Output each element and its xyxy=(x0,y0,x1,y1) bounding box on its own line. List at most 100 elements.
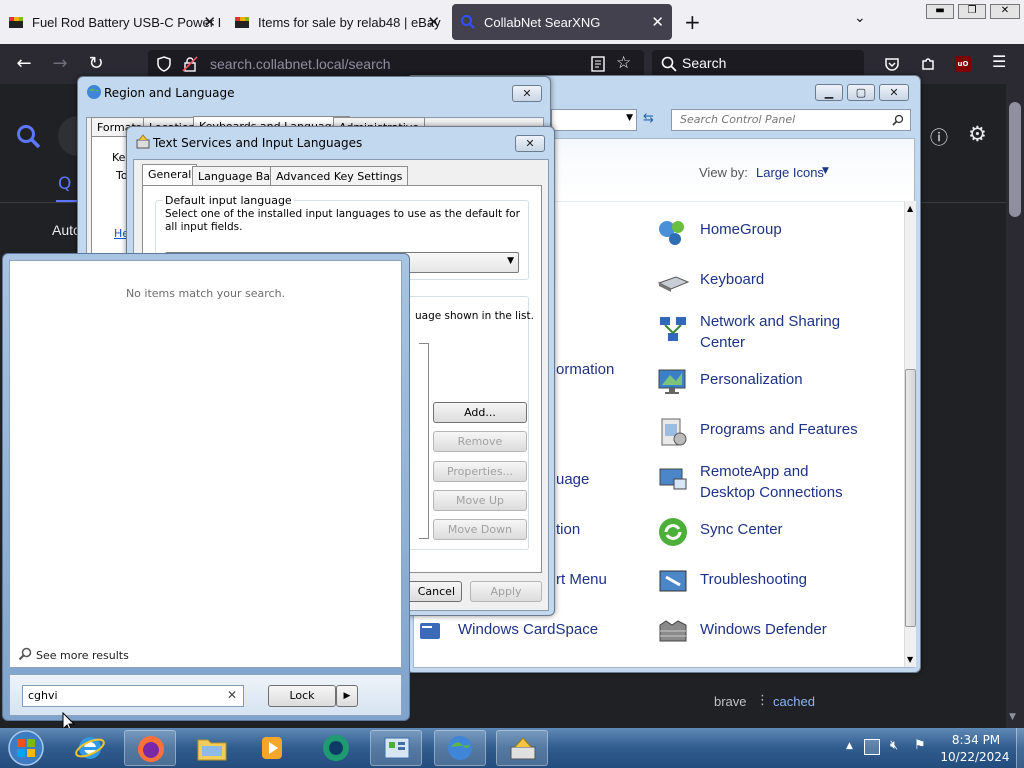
move-down-button[interactable]: Move Down xyxy=(433,519,527,540)
minimize-icon[interactable]: ▬ xyxy=(926,4,954,19)
cp-scroll-up-icon[interactable]: ▲ xyxy=(907,204,913,213)
clock-date[interactable]: 10/22/2024 xyxy=(938,750,1012,764)
forward-arrow-icon[interactable]: → xyxy=(46,52,74,76)
refresh-icon[interactable]: ⇆ xyxy=(643,111,654,126)
see-more-results-link[interactable]: See more results xyxy=(36,649,129,662)
properties-button[interactable]: Properties... xyxy=(433,461,527,482)
close-window-icon[interactable]: ✕ xyxy=(990,4,1020,19)
clock-time[interactable]: 8:34 PM xyxy=(944,733,1008,747)
cp-item-partial-location[interactable]: tion xyxy=(556,521,580,538)
cp-item-personalization[interactable]: Personalization xyxy=(656,369,803,399)
results-tab-icon[interactable]: Q xyxy=(58,174,71,194)
tab-searxng[interactable]: CollabNet SearXNG ✕ xyxy=(452,4,672,40)
url-bar[interactable]: search.collabnet.local/search ☆ xyxy=(148,50,644,78)
show-hidden-icons-icon[interactable]: ▲ xyxy=(846,741,853,751)
reload-icon[interactable]: ↻ xyxy=(82,52,110,76)
cp-item-windows-cardspace[interactable]: Windows CardSpace xyxy=(414,621,598,649)
shield-icon[interactable] xyxy=(156,56,172,72)
taskbar-explorer[interactable] xyxy=(186,730,238,766)
add-button[interactable]: Add... xyxy=(433,402,527,423)
shutdown-options-arrow-icon[interactable]: ▶ xyxy=(336,685,358,707)
cp-item-keyboard[interactable]: Keyboard xyxy=(656,271,764,299)
installed-services-list-edge[interactable] xyxy=(419,343,429,539)
move-up-button[interactable]: Move Up xyxy=(433,490,527,511)
view-by-chevron-icon[interactable]: ▼ xyxy=(822,166,829,176)
cp-item-homegroup[interactable]: HomeGroup xyxy=(656,221,782,249)
bookmark-star-icon[interactable]: ☆ xyxy=(616,53,631,73)
start-search-input[interactable]: cghvi ✕ xyxy=(22,685,244,707)
remoteapp-icon xyxy=(656,463,690,497)
ublock-origin-icon[interactable]: uO xyxy=(955,56,971,72)
cp-minimize-icon[interactable]: ▁ xyxy=(815,84,843,101)
preferences-gear-icon[interactable]: ⚙ xyxy=(968,122,987,146)
cp-item-windows-defender[interactable]: Windows Defender xyxy=(656,620,827,649)
tab-ebay[interactable]: Items for sale by relab48 | eBay ✕ xyxy=(226,4,448,40)
tab-language-bar[interactable]: Language Bar xyxy=(192,166,281,186)
back-arrow-icon[interactable]: ← xyxy=(10,52,38,76)
cp-item-label: Troubleshooting xyxy=(700,571,808,588)
address-dropdown-icon[interactable]: ▼ xyxy=(626,113,633,123)
text-services-close-icon[interactable]: ✕ xyxy=(515,135,545,152)
cp-item-remoteapp[interactable]: RemoteApp and Desktop Connections xyxy=(656,461,866,503)
taskbar-text-services[interactable] xyxy=(496,730,548,766)
page-scrollbar-thumb[interactable] xyxy=(1009,102,1021,217)
network-tray-icon[interactable] xyxy=(864,739,880,755)
tab-advanced-key-settings[interactable]: Advanced Key Settings xyxy=(270,166,409,186)
cp-item-partial-start-menu[interactable]: rt Menu xyxy=(556,571,607,588)
taskbar-app-green[interactable] xyxy=(310,730,362,766)
hamburger-menu-icon[interactable]: ☰ xyxy=(992,52,1006,71)
cp-item-network[interactable]: Network and Sharing Center xyxy=(656,311,856,353)
cp-maximize-icon[interactable]: ▢ xyxy=(847,84,875,101)
cached-link[interactable]: cached xyxy=(773,694,815,709)
tab-list-chevron-icon[interactable]: ⌄ xyxy=(854,10,866,26)
lock-button[interactable]: Lock xyxy=(268,685,336,707)
taskbar-region-language[interactable] xyxy=(434,730,486,766)
extensions-puzzle-icon[interactable] xyxy=(920,56,936,72)
start-button[interactable] xyxy=(4,728,48,768)
taskbar-control-panel[interactable] xyxy=(370,730,422,766)
scroll-down-arrow-icon[interactable]: ▼ xyxy=(1009,712,1016,722)
region-close-icon[interactable]: ✕ xyxy=(512,85,542,102)
cp-scroll-down-icon[interactable]: ▼ xyxy=(907,655,913,664)
cp-item-label: ormation xyxy=(556,361,615,378)
insecure-lock-icon[interactable] xyxy=(182,56,198,72)
volume-muted-icon[interactable]: 🔇︎ xyxy=(890,738,898,753)
region-dialog-title: Region and Language xyxy=(104,86,235,100)
cp-address-bar[interactable]: ▼ xyxy=(551,109,637,131)
action-center-flag-icon[interactable]: ⚑ xyxy=(914,738,926,753)
taskbar-ie[interactable] xyxy=(64,730,116,766)
search-control-panel-input[interactable]: Search Control Panel xyxy=(671,109,911,131)
cardspace-icon xyxy=(414,615,448,649)
searxng-logo-icon[interactable] xyxy=(16,124,42,150)
pocket-icon[interactable] xyxy=(884,56,900,72)
tab-fuel-rod[interactable]: Fuel Rod Battery USB-C Power I ✕ xyxy=(0,4,224,40)
cp-close-icon[interactable]: ✕ xyxy=(879,84,909,101)
view-by-dropdown[interactable]: Large Icons xyxy=(756,165,824,180)
taskbar-firefox[interactable] xyxy=(124,730,176,766)
close-tab-icon[interactable]: ✕ xyxy=(651,13,664,31)
remove-button[interactable]: Remove xyxy=(433,431,527,452)
clear-search-icon[interactable]: ✕ xyxy=(227,688,237,702)
info-icon[interactable]: ⓘ xyxy=(930,124,948,150)
cp-item-partial-language[interactable]: uage xyxy=(556,471,589,488)
close-tab-icon[interactable]: ✕ xyxy=(203,13,216,31)
tab-general[interactable]: General xyxy=(142,164,198,186)
cp-scrollbar-thumb[interactable] xyxy=(905,369,916,627)
apply-button[interactable]: Apply xyxy=(470,581,542,602)
cp-item-partial-information[interactable]: ormation xyxy=(556,361,614,378)
cancel-button[interactable]: Cancel xyxy=(406,581,462,602)
cp-item-troubleshooting[interactable]: Troubleshooting xyxy=(656,570,808,599)
web-search-box[interactable]: Search xyxy=(652,50,864,78)
new-tab-plus-icon[interactable]: + xyxy=(684,10,701,34)
restore-icon[interactable]: ❐ xyxy=(958,4,986,19)
cp-item-sync-center[interactable]: Sync Center xyxy=(656,518,783,549)
dropdown-arrow-icon[interactable]: ▼ xyxy=(507,256,514,266)
browser-tab-strip: Fuel Rod Battery USB-C Power I ✕ Items f… xyxy=(0,0,1024,44)
search-icon[interactable] xyxy=(892,114,904,126)
reader-view-icon[interactable] xyxy=(590,56,606,72)
internet-explorer-icon xyxy=(75,737,105,759)
show-desktop-button[interactable] xyxy=(1016,728,1024,768)
cp-item-programs-features[interactable]: Programs and Features xyxy=(656,418,858,449)
close-tab-icon[interactable]: ✕ xyxy=(427,13,440,31)
taskbar-media-player[interactable] xyxy=(246,730,298,766)
